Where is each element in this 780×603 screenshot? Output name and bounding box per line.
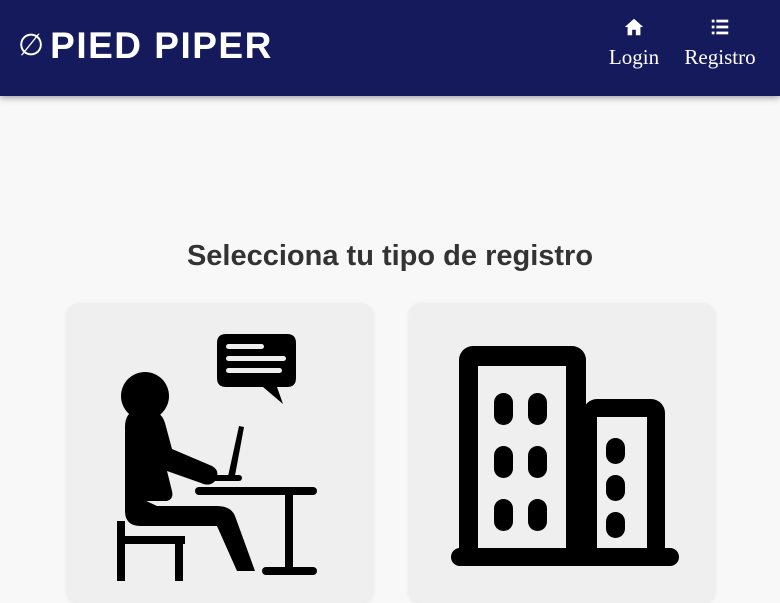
building-icon — [451, 346, 679, 566]
nav-registro[interactable]: Registro — [680, 16, 760, 70]
page-title: Selecciona tu tipo de registro — [186, 240, 594, 272]
company-registration-card[interactable] — [409, 303, 715, 603]
brand-name: PIED PIPER — [50, 25, 273, 66]
nav-registro-label: Registro — [684, 45, 756, 69]
brand-logo[interactable]: ∅ PIED PIPER — [18, 26, 273, 66]
person-registration-card[interactable] — [67, 303, 373, 603]
brand-symbol: ∅ — [18, 28, 45, 63]
list-icon — [711, 19, 729, 35]
nav-login-label: Login — [608, 45, 660, 69]
home-icon — [624, 18, 644, 36]
person-at-desk-icon — [117, 334, 317, 581]
navbar: ∅ PIED PIPER Login Registro — [0, 0, 780, 96]
nav-login[interactable]: Login — [607, 16, 661, 70]
